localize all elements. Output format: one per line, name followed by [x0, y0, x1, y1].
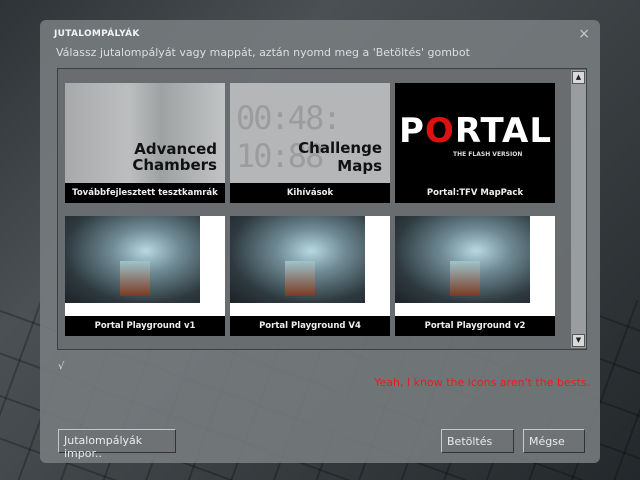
note-text: Yeah, I know the icons aren't the bests. — [374, 376, 590, 389]
map-tile-playground-v4[interactable]: Portal Playground V4 — [230, 216, 390, 336]
map-tile-playground-v2[interactable]: Portal Playground v2 — [395, 216, 555, 336]
cancel-button[interactable]: Mégse — [523, 429, 585, 453]
map-thumbnail — [65, 216, 225, 316]
map-label: Portal Playground V4 — [259, 321, 361, 331]
map-thumbnail — [230, 216, 390, 316]
map-label: Portal Playground v1 — [94, 321, 196, 331]
import-bonus-maps-button[interactable]: Jutalompályák impor.. — [58, 429, 176, 460]
scroll-down-icon[interactable]: ▼ — [572, 334, 585, 347]
logo-text: RTAL — [454, 111, 553, 151]
logo-subtitle: THE FLASH VERSION — [453, 151, 523, 158]
map-tile-playground-v1[interactable]: Portal Playground v1 — [65, 216, 225, 336]
map-list: Advanced Chambers Továbbfejlesztett teszt… — [57, 68, 587, 350]
check-mark: √ — [58, 361, 65, 372]
logo-text: P — [399, 111, 425, 151]
map-thumbnail: Advanced Chambers — [65, 83, 225, 183]
dialog-subtitle: Válassz jutalompályát vagy mappát, aztán… — [56, 46, 470, 59]
thumb-text: Challenge — [298, 139, 382, 157]
map-thumbnail: PORTAL THE FLASH VERSION — [395, 83, 555, 183]
thumb-text: Maps — [337, 157, 382, 175]
scroll-up-icon[interactable]: ▲ — [572, 71, 585, 84]
scrollbar[interactable]: ▲ ▼ — [571, 70, 586, 348]
dialog-title: JUTALOMPÁLYÁK — [54, 29, 140, 39]
map-label: Továbbfejlesztett tesztkamrák — [72, 188, 218, 198]
map-tile-advanced-chambers[interactable]: Advanced Chambers Továbbfejlesztett teszt… — [65, 83, 225, 203]
load-button[interactable]: Betöltés — [441, 429, 514, 453]
thumb-text: Chambers — [132, 156, 217, 174]
map-thumbnail: 00:48: 10:88 Challenge Maps — [230, 83, 390, 183]
logo-portal-o: O — [424, 111, 455, 151]
bonus-maps-dialog: JUTALOMPÁLYÁK × Válassz jutalompályát va… — [40, 20, 600, 463]
map-thumbnail — [395, 216, 555, 316]
map-tile-challenges[interactable]: 00:48: 10:88 Challenge Maps Kihívások — [230, 83, 390, 203]
close-icon[interactable]: × — [578, 26, 590, 42]
map-tile-portal-tfv[interactable]: PORTAL THE FLASH VERSION Portal:TFV MapPa… — [395, 83, 555, 203]
map-label: Portal Playground v2 — [424, 321, 526, 331]
map-label: Kihívások — [286, 188, 334, 198]
map-label: Portal:TFV MapPack — [426, 188, 524, 198]
